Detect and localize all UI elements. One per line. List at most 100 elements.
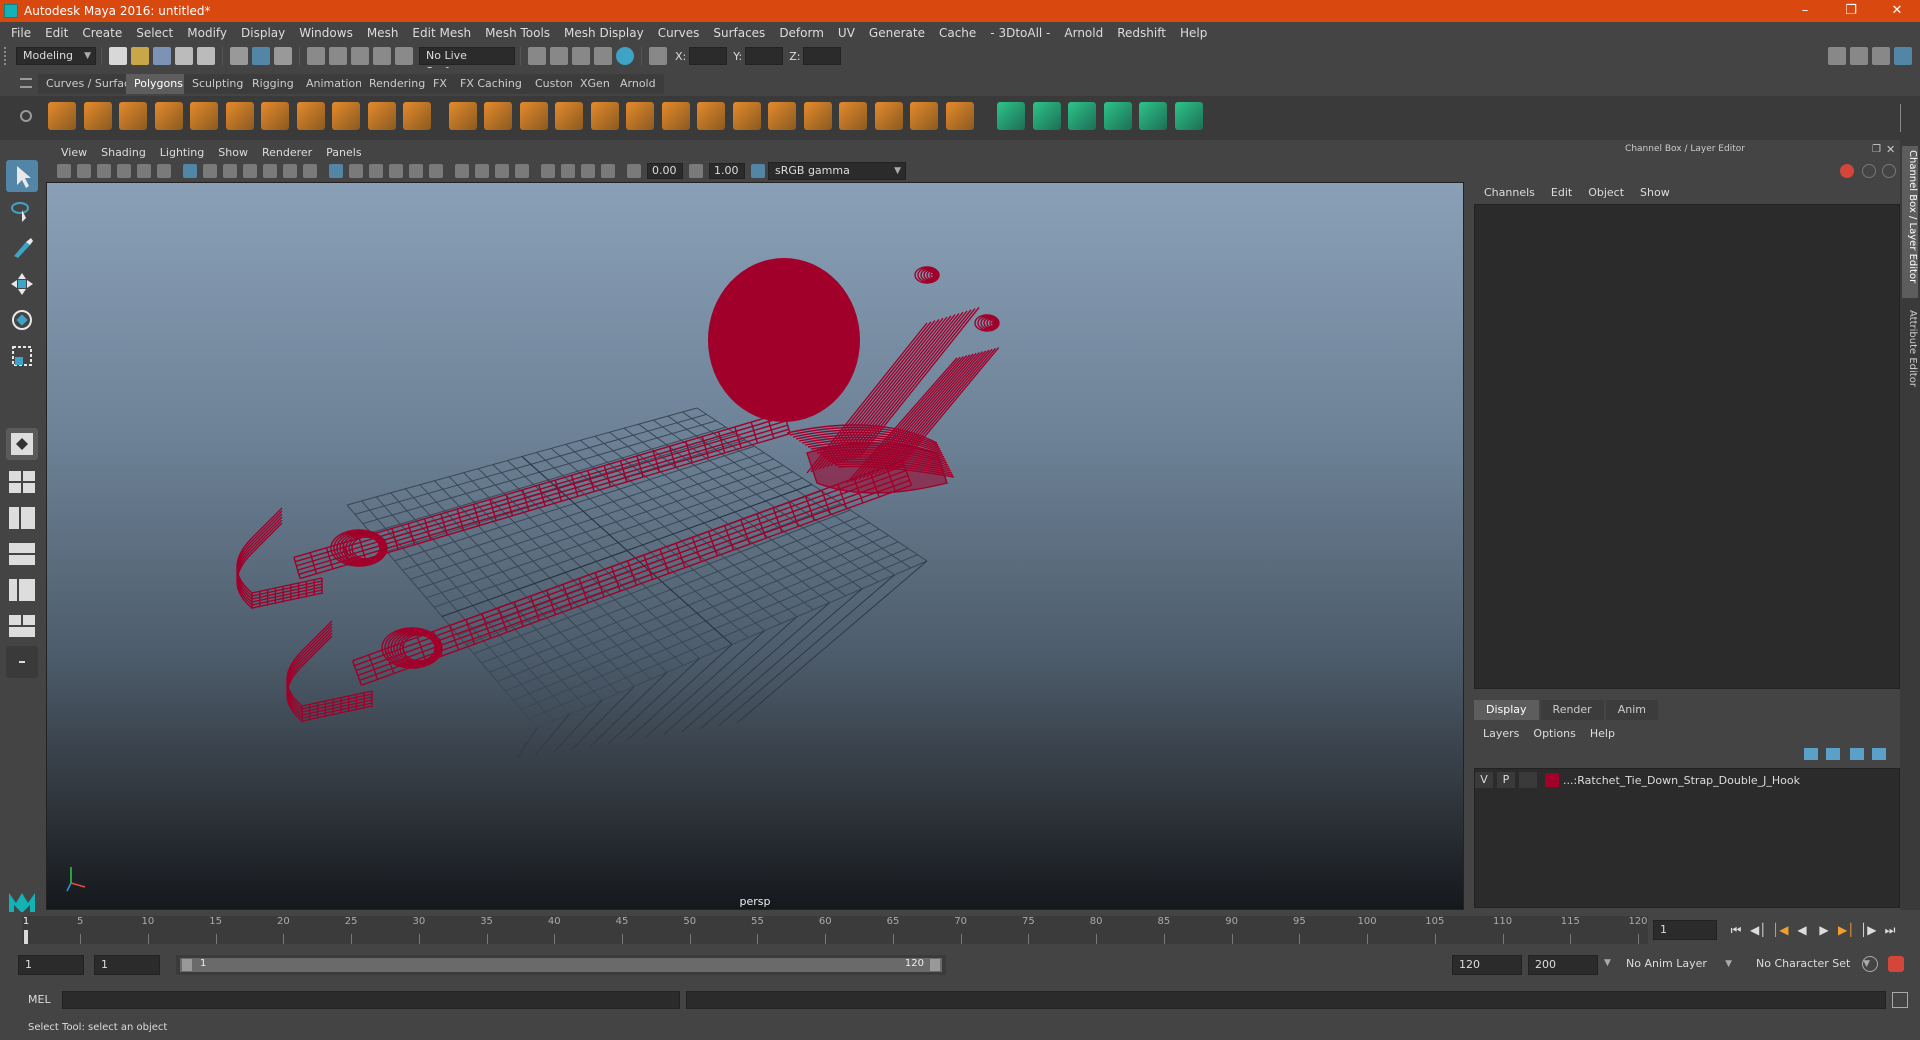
color-management-icon[interactable] [751,164,765,178]
step-back-key-icon[interactable]: │◀ [1772,922,1788,938]
menu-select[interactable]: Select [129,26,180,40]
play-backwards-icon[interactable]: ◀ [1794,922,1810,938]
manipulator-icon[interactable] [1840,164,1854,178]
bookmarks-icon[interactable] [97,164,111,178]
viewport-menu-show[interactable]: Show [211,146,255,159]
hyperbolic-icon[interactable] [1882,164,1896,178]
layer-menu-help[interactable]: Help [1583,727,1622,740]
snap-curve-icon[interactable] [329,47,347,65]
menu-windows[interactable]: Windows [292,26,360,40]
poly-cone-icon[interactable] [154,102,183,130]
channel-box-menu-channels[interactable]: Channels [1476,186,1543,199]
viewport-menu-lighting[interactable]: Lighting [153,146,211,159]
combine-icon[interactable] [332,102,360,130]
safe-action-icon[interactable] [283,164,297,178]
wireframe-on-shaded-icon[interactable] [389,164,403,178]
color-space-dropdown[interactable]: sRGB gamma ▼ [768,162,906,180]
tab-fx[interactable]: FX [425,74,455,94]
smooth-icon[interactable] [448,102,477,130]
layer-menu-layers[interactable]: Layers [1476,727,1526,740]
animation-end-field[interactable]: 200 [1528,955,1598,975]
range-end-handle[interactable] [930,959,940,971]
insert-edge-loop-icon[interactable] [910,102,938,130]
step-back-frame-icon[interactable]: ◀│ [1750,922,1766,938]
menu-file[interactable]: File [4,26,38,40]
append-icon[interactable] [661,102,690,130]
minimize-icon[interactable]: – [1782,0,1828,22]
open-scene-icon[interactable] [131,47,149,65]
menu-deform[interactable]: Deform [772,26,831,40]
move-tool-icon[interactable] [6,268,38,300]
menu-mesh-tools[interactable]: Mesh Tools [478,26,557,40]
layer-row[interactable]: V P ...:Ratchet_Tie_Down_Strap_Double_J_Ho… [1475,771,1899,789]
gamma-icon[interactable] [689,164,703,178]
isolate-select-icon[interactable] [541,164,555,178]
resolution-gate-icon[interactable] [223,164,237,178]
go-to-start-icon[interactable]: ⏮ [1728,922,1744,938]
timeline-track[interactable]: 1 5 10 15 20 25 30 35 40 45 50 55 60 65 70 75 80 85 90 95 10… [22,916,1648,944]
modeling-toolkit-icon[interactable] [1828,47,1846,65]
layer-menu-options[interactable]: Options [1526,727,1582,740]
menu-edit[interactable]: Edit [38,26,75,40]
extract-icon[interactable] [403,102,431,130]
menu-generate[interactable]: Generate [862,26,932,40]
go-to-end-icon[interactable]: ⏭ [1882,922,1898,938]
channel-box-toggle-icon[interactable] [1894,47,1912,65]
persp-graph-layout-icon[interactable] [6,538,38,570]
use-all-lights-icon[interactable] [429,164,443,178]
transform-mode-icon[interactable] [649,47,667,65]
transfer-attributes-icon[interactable] [1103,102,1132,130]
new-layer-selected-icon[interactable] [1872,748,1886,760]
shadows-icon[interactable] [455,164,469,178]
close-icon[interactable]: ✕ [1874,0,1920,22]
merge-icon[interactable] [732,102,761,130]
select-camera-icon[interactable] [57,164,71,178]
image-plane-icon[interactable] [117,164,131,178]
bevel-icon[interactable] [555,102,583,130]
select-by-component-icon[interactable] [274,47,292,65]
layer-display-type-toggle[interactable] [1519,772,1537,788]
gate-mask-icon[interactable] [243,164,257,178]
menu-3dtoall[interactable]: - 3DtoAll - [983,26,1057,40]
outliner-persp-layout-icon[interactable] [6,574,38,606]
current-frame-field[interactable]: 1 [1653,920,1717,940]
range-bar[interactable]: 1 120 [180,958,942,972]
target-weld-icon[interactable] [839,102,867,130]
redo-icon[interactable] [197,47,215,65]
menu-help[interactable]: Help [1173,26,1214,40]
menu-surfaces[interactable]: Surfaces [706,26,772,40]
channel-box-area[interactable] [1474,204,1900,689]
poly-cylinder-icon[interactable] [119,102,147,130]
hypershade-layout-icon[interactable] [6,610,38,642]
render-settings-icon[interactable] [594,47,612,65]
tab-arnold[interactable]: Arnold [612,74,664,94]
poly-sphere-icon[interactable] [48,102,76,130]
poly-count-icon[interactable] [1139,102,1167,130]
slide-edge-icon[interactable] [874,102,903,130]
z-field[interactable] [803,47,842,65]
select-by-object-icon[interactable] [252,47,270,65]
persp-outliner-layout-icon[interactable] [6,502,38,534]
bridge-icon[interactable] [590,102,619,130]
select-by-hierarchy-icon[interactable] [230,47,248,65]
restore-icon[interactable]: ❐ [1828,0,1874,22]
xray-icon[interactable] [561,164,575,178]
viewport-menu-shading[interactable]: Shading [94,146,153,159]
wireframe-icon[interactable] [329,164,343,178]
tool-settings-toggle-icon[interactable] [1872,47,1890,65]
single-perspective-layout-icon[interactable] [6,428,38,460]
gamma-field[interactable]: 1.00 [709,163,745,179]
y-field[interactable] [745,47,784,65]
menu-arnold[interactable]: Arnold [1057,26,1110,40]
menu-mesh-display[interactable]: Mesh Display [557,26,651,40]
new-empty-layer-icon[interactable] [1850,748,1864,760]
xray-joints-icon[interactable] [601,164,615,178]
play-forwards-icon[interactable]: ▶ [1816,922,1832,938]
close-icon[interactable]: ✕ [1886,143,1895,156]
grid-icon[interactable] [183,164,197,178]
script-editor-icon[interactable] [1892,992,1908,1008]
chevron-down-icon[interactable]: ▼ [1604,958,1611,968]
x-field[interactable] [689,47,728,65]
menu-set-dropdown[interactable]: Modeling ▼ [16,47,96,65]
speed-icon[interactable] [1862,164,1876,178]
